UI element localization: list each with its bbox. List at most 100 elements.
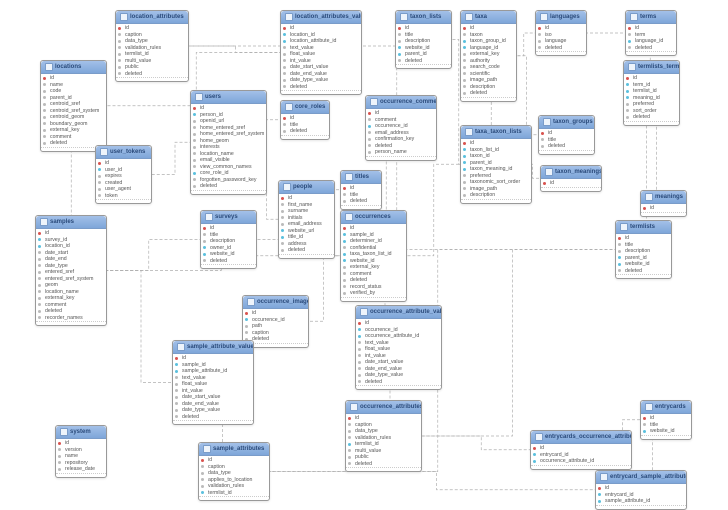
entity-entrycards[interactable]: entrycardsidtitlewebsite_id: [640, 400, 692, 440]
entity-fields: idtermlanguage_iddeleted: [626, 24, 676, 51]
entity-fields: idtitledeleted: [341, 184, 381, 205]
field-deleted: deleted: [396, 58, 451, 65]
entity-entrycard_sample_attributes[interactable]: entrycard_sample_attributesidentrycard_i…: [595, 470, 687, 510]
entity-fields: idtitledescriptionwebsite_idparent_iddel…: [396, 24, 451, 64]
entity-title[interactable]: occurrences: [341, 211, 406, 224]
entity-title[interactable]: locations: [41, 61, 106, 74]
field-person_name: person_name: [366, 149, 436, 156]
entity-languages[interactable]: languagesidisolanguagedeleted: [535, 10, 587, 56]
entity-taxa_taxon_lists[interactable]: taxa_taxon_listsidtaxon_list_idtaxon_idp…: [460, 125, 532, 204]
entity-title[interactable]: system: [56, 426, 106, 439]
entity-fields: idtitledeleted: [539, 129, 594, 150]
entity-taxon_lists[interactable]: taxon_listsidtitledescriptionwebsite_idp…: [395, 10, 452, 69]
entity-footer: [199, 496, 269, 500]
entity-title[interactable]: users: [191, 91, 266, 104]
entity-footer: [341, 205, 381, 209]
entity-footer: [356, 385, 441, 389]
entity-title[interactable]: sample_attribute_values: [173, 341, 253, 354]
entity-title[interactable]: terms: [626, 11, 676, 24]
entity-title[interactable]: taxa: [461, 11, 516, 24]
entity-footer: [541, 187, 601, 191]
entity-title[interactable]: meanings: [641, 191, 686, 204]
entity-titles[interactable]: titlesidtitledeleted: [340, 170, 382, 210]
entity-footer: [36, 321, 106, 325]
entity-title[interactable]: surveys: [201, 211, 256, 224]
entity-fields: idcaptiondata_typeapplies_to_locationval…: [199, 456, 269, 496]
entity-footer: [396, 64, 451, 68]
field-deleted: deleted: [461, 90, 516, 97]
entity-footer: [279, 254, 334, 258]
field-deleted: deleted: [616, 268, 671, 275]
entity-footer: [641, 212, 686, 216]
entity-terms[interactable]: termsidtermlanguage_iddeleted: [625, 10, 677, 56]
entity-entrycards_occurrence_attributes[interactable]: entrycards_occurrence_attributesidentryc…: [530, 430, 632, 470]
entity-title[interactable]: taxon_groups: [539, 116, 594, 129]
entity-fields: idfirst_namesurnameinitialsemail_address…: [279, 194, 334, 254]
entity-title[interactable]: termlists: [616, 221, 671, 234]
entity-title[interactable]: occurrence_attributes: [346, 401, 421, 414]
entity-core_roles[interactable]: core_rolesidtitledeleted: [280, 100, 330, 140]
field-description: description: [461, 192, 531, 199]
entity-footer: [116, 77, 188, 81]
entity-title[interactable]: sample_attributes: [199, 443, 269, 456]
entity-title[interactable]: entrycards_occurrence_attributes: [531, 431, 631, 444]
entity-fields: idcommentoccurrence_idemail_addressconfi…: [366, 109, 436, 156]
entity-footer: [191, 190, 266, 194]
entity-people[interactable]: peopleidfirst_namesurnameinitialsemail_a…: [278, 180, 335, 259]
entity-title[interactable]: termlists_terms: [624, 61, 679, 74]
entity-termlists_terms[interactable]: termlists_termsidterm_idtermlist_idmeani…: [623, 60, 680, 126]
entity-occurrence_attributes[interactable]: occurrence_attributesidcaptiondata_typev…: [345, 400, 422, 472]
entity-occurrences[interactable]: occurrencesidsample_iddeterminer_idconfi…: [340, 210, 407, 302]
entity-termlists[interactable]: termlistsidtitledescriptionparent_idwebs…: [615, 220, 672, 279]
entity-users[interactable]: usersidperson_idopenid_urlhome_entered_s…: [190, 90, 267, 195]
entity-fields: idcaptiondata_typevalidation_rulestermli…: [346, 414, 421, 467]
entity-title[interactable]: user_tokens: [96, 146, 151, 159]
entity-title[interactable]: occurrence_attribute_values: [356, 306, 441, 319]
entity-taxon_meanings[interactable]: taxon_meaningsid: [540, 165, 602, 192]
entity-title[interactable]: taxa_taxon_lists: [461, 126, 531, 139]
entity-location_attribute_values[interactable]: location_attributes_valuesidlocation_idl…: [280, 10, 362, 95]
entity-footer: [539, 150, 594, 154]
entity-fields: idsurvey_idlocation_iddate_startdate_end…: [36, 229, 106, 321]
entity-locations[interactable]: locationsidnamecodeparent_idcentroid_sre…: [40, 60, 107, 152]
entity-surveys[interactable]: surveysidtitledescriptionowner_idwebsite…: [200, 210, 257, 269]
field-release_date: release_date: [56, 466, 106, 473]
entity-occurrence_comments[interactable]: occurrence_commentsidcommentoccurrence_i…: [365, 95, 437, 161]
entity-fields: idoccurrence_idpathcaptiondeleted: [243, 309, 308, 343]
entity-fields: idtitledescriptionparent_idwebsite_iddel…: [616, 234, 671, 274]
entity-title[interactable]: entrycards: [641, 401, 691, 414]
entity-title[interactable]: occurrence_images: [243, 296, 308, 309]
entity-system[interactable]: systemidversionnamerepositoryrelease_dat…: [55, 425, 107, 478]
entity-title[interactable]: titles: [341, 171, 381, 184]
entity-samples[interactable]: samplesidsurvey_idlocation_iddate_startd…: [35, 215, 107, 326]
entity-title[interactable]: location_attributes: [116, 11, 188, 24]
entity-user_tokens[interactable]: user_tokensiduser_idexpirescreateduser_a…: [95, 145, 152, 204]
entity-title[interactable]: location_attributes_values: [281, 11, 361, 24]
entity-sample_attribute_values[interactable]: sample_attribute_valuesidsample_idsample…: [172, 340, 254, 425]
entity-title[interactable]: people: [279, 181, 334, 194]
entity-title[interactable]: taxon_lists: [396, 11, 451, 24]
field-deleted: deleted: [626, 45, 676, 52]
field-deleted: deleted: [201, 258, 256, 265]
entity-fields: idcaptiondata_typevalidation_rulestermli…: [116, 24, 188, 77]
entity-title[interactable]: taxon_meanings: [541, 166, 601, 179]
entity-location_attributes[interactable]: location_attributesidcaptiondata_typeval…: [115, 10, 189, 82]
entity-title[interactable]: core_roles: [281, 101, 329, 114]
field-termlist_id: termlist_id: [199, 490, 269, 497]
entity-occurrence_attribute_values[interactable]: occurrence_attribute_valuesidoccurrence_…: [355, 305, 442, 390]
entity-fields: id: [541, 179, 601, 187]
field-deleted: deleted: [341, 198, 381, 205]
entity-title[interactable]: samples: [36, 216, 106, 229]
entity-taxon_groups[interactable]: taxon_groupsidtitledeleted: [538, 115, 595, 155]
entity-title[interactable]: languages: [536, 11, 586, 24]
entity-fields: idsample_idsample_attribute_idtext_value…: [173, 354, 253, 420]
entity-title[interactable]: entrycard_sample_attributes: [596, 471, 686, 484]
entity-footer: [201, 264, 256, 268]
entity-taxa[interactable]: taxaidtaxontaxon_group_idlanguage_idexte…: [460, 10, 517, 102]
entity-title[interactable]: occurrence_comments: [366, 96, 436, 109]
entity-fields: idtaxon_list_idtaxon_idparent_idtaxon_me…: [461, 139, 531, 199]
entity-footer: [536, 51, 586, 55]
entity-sample_attributes[interactable]: sample_attributesidcaptiondata_typeappli…: [198, 442, 270, 501]
entity-meanings[interactable]: meaningsid: [640, 190, 687, 217]
entity-footer: [596, 505, 686, 509]
